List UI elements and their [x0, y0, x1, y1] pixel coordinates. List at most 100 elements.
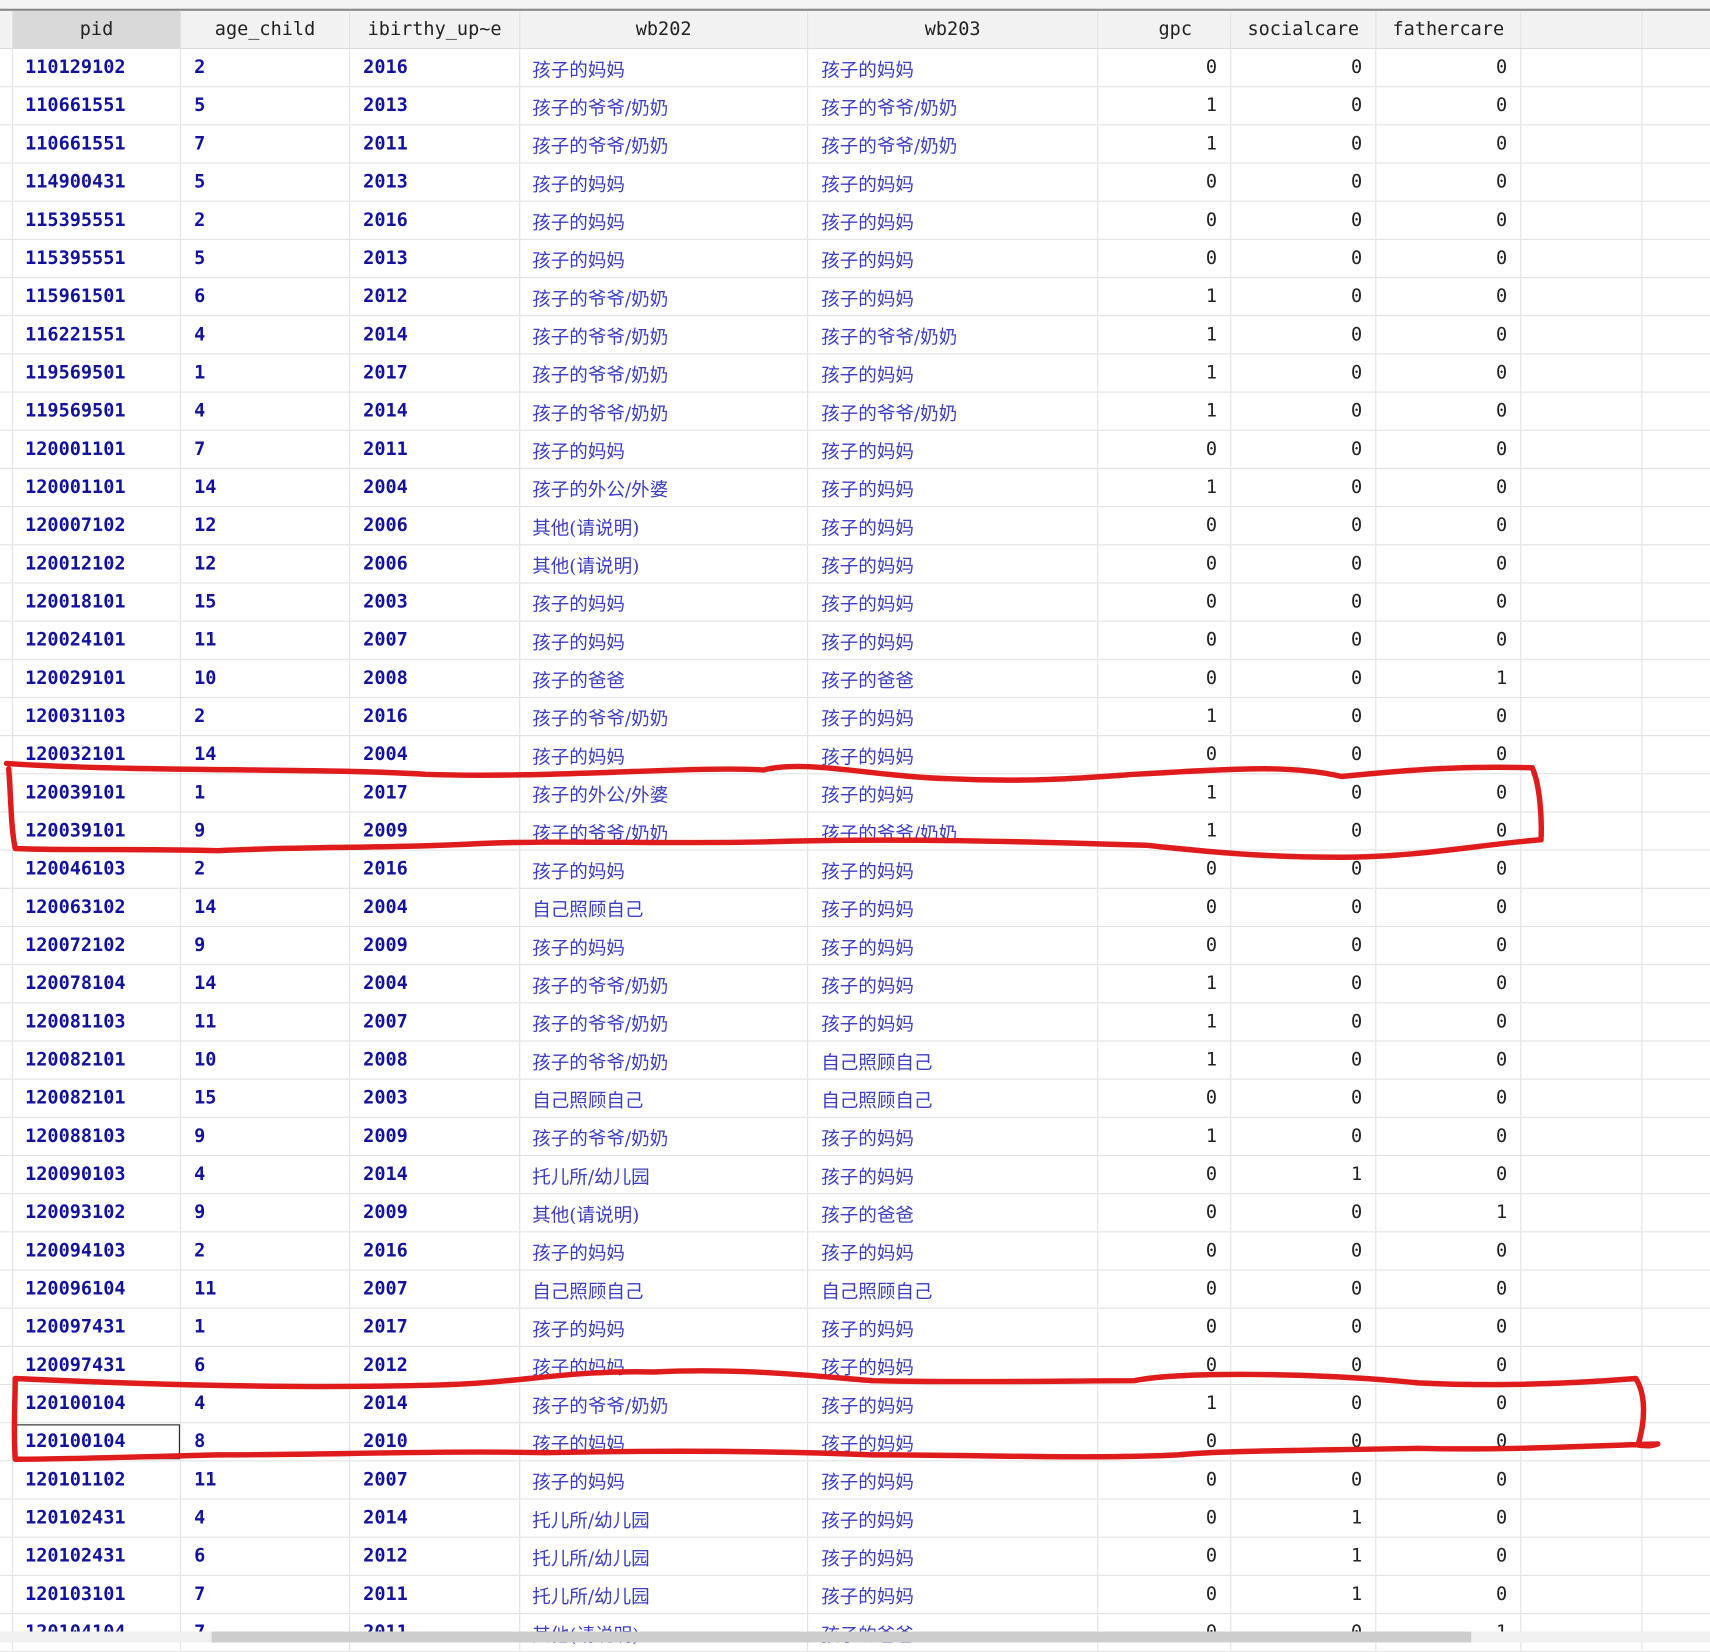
cell-pid[interactable]: 120097431 [13, 1346, 182, 1384]
cell-gpc[interactable]: 0 [1098, 1346, 1232, 1384]
row-gutter[interactable] [0, 1117, 14, 1155]
horizontal-scrollbar[interactable] [0, 1631, 1710, 1643]
cell-wb202[interactable]: 孩子的爷爷/奶奶 [520, 1117, 809, 1155]
cell-age-child[interactable]: 9 [181, 927, 351, 965]
row-gutter[interactable] [0, 621, 14, 659]
column-header-age-child[interactable]: age_child [181, 10, 351, 48]
row-gutter[interactable] [0, 697, 14, 736]
cell-age-child[interactable]: 2 [181, 697, 351, 736]
cell-age-child[interactable]: 7 [181, 430, 351, 468]
cell-socialcare[interactable]: 0 [1231, 201, 1377, 239]
cell-wb203[interactable]: 孩子的妈妈 [808, 1232, 1099, 1270]
cell-wb203[interactable]: 孩子的爷爷/奶奶 [808, 87, 1099, 125]
cell-socialcare[interactable]: 0 [1231, 1385, 1377, 1423]
cell-age-child[interactable]: 11 [181, 1461, 351, 1499]
cell-ibirthy[interactable]: 2006 [350, 545, 521, 583]
cell-wb202[interactable]: 孩子的爷爷/奶奶 [520, 812, 809, 850]
cell-socialcare[interactable]: 0 [1231, 1232, 1377, 1270]
cell-pid[interactable]: 120082101 [13, 1041, 182, 1079]
cell-age-child[interactable]: 2 [181, 49, 351, 87]
cell-wb203[interactable]: 孩子的妈妈 [808, 1575, 1099, 1613]
cell-wb203[interactable]: 孩子的妈妈 [808, 163, 1099, 201]
cell-gpc[interactable]: 0 [1098, 49, 1232, 87]
cell-ibirthy[interactable]: 2003 [350, 1079, 521, 1117]
cell-pid[interactable]: 120001101 [13, 430, 182, 468]
cell-ibirthy[interactable]: 2016 [350, 49, 521, 87]
cell-socialcare[interactable]: 0 [1231, 468, 1377, 507]
row-gutter[interactable] [0, 354, 14, 392]
row-gutter[interactable] [0, 278, 14, 316]
cell-socialcare[interactable]: 1 [1231, 1575, 1377, 1613]
cell-socialcare[interactable]: 0 [1231, 965, 1377, 1003]
cell-fathercare[interactable]: 0 [1376, 1156, 1522, 1194]
cell-age-child[interactable]: 12 [181, 507, 351, 545]
cell-pid[interactable]: 120100104 [13, 1423, 182, 1461]
row-gutter[interactable] [0, 583, 14, 621]
cell-gpc[interactable]: 0 [1098, 430, 1232, 468]
cell-ibirthy[interactable]: 2013 [350, 163, 521, 201]
cell-fathercare[interactable]: 0 [1376, 1041, 1522, 1079]
cell-wb203[interactable]: 孩子的妈妈 [808, 49, 1099, 87]
cell-fathercare[interactable]: 0 [1376, 87, 1522, 125]
column-header-gpc[interactable]: gpc [1098, 10, 1232, 48]
column-header-socialcare[interactable]: socialcare [1231, 10, 1377, 48]
row-gutter[interactable] [0, 1346, 14, 1384]
cell-socialcare[interactable]: 0 [1231, 392, 1377, 430]
cell-wb202[interactable]: 孩子的妈妈 [520, 239, 809, 278]
cell-age-child[interactable]: 14 [181, 468, 351, 507]
cell-age-child[interactable]: 4 [181, 392, 351, 430]
cell-age-child[interactable]: 7 [181, 1575, 351, 1613]
row-gutter[interactable] [0, 201, 14, 239]
cell-wb202[interactable]: 孩子的爷爷/奶奶 [520, 697, 809, 736]
cell-wb202[interactable]: 孩子的妈妈 [520, 1308, 809, 1346]
row-gutter[interactable] [0, 1079, 14, 1117]
cell-ibirthy[interactable]: 2004 [350, 888, 521, 926]
cell-fathercare[interactable]: 0 [1376, 316, 1522, 354]
cell-fathercare[interactable]: 0 [1376, 1575, 1522, 1613]
cell-age-child[interactable]: 5 [181, 87, 351, 125]
cell-pid[interactable]: 120032101 [13, 736, 182, 774]
cell-age-child[interactable]: 1 [181, 774, 351, 812]
cell-socialcare[interactable]: 0 [1231, 545, 1377, 583]
cell-gpc[interactable]: 0 [1098, 621, 1232, 659]
cell-fathercare[interactable]: 0 [1376, 1270, 1522, 1308]
cell-gpc[interactable]: 0 [1098, 850, 1232, 888]
cell-wb203[interactable]: 孩子的妈妈 [808, 507, 1099, 545]
cell-socialcare[interactable]: 0 [1231, 163, 1377, 201]
cell-fathercare[interactable]: 0 [1376, 774, 1522, 812]
row-gutter[interactable] [0, 1156, 14, 1194]
cell-wb203[interactable]: 孩子的妈妈 [808, 430, 1099, 468]
cell-ibirthy[interactable]: 2009 [350, 812, 521, 850]
cell-socialcare[interactable]: 0 [1231, 1461, 1377, 1499]
row-gutter[interactable] [0, 1537, 14, 1575]
cell-socialcare[interactable]: 0 [1231, 1003, 1377, 1041]
cell-age-child[interactable]: 4 [181, 1499, 351, 1537]
cell-wb202[interactable]: 托儿所/幼儿园 [520, 1575, 809, 1613]
row-gutter[interactable] [0, 1194, 14, 1232]
cell-wb202[interactable]: 孩子的妈妈 [520, 850, 809, 888]
cell-wb203[interactable]: 孩子的妈妈 [808, 1385, 1099, 1423]
cell-fathercare[interactable]: 0 [1376, 736, 1522, 774]
cell-age-child[interactable]: 10 [181, 659, 351, 697]
cell-gpc[interactable]: 0 [1098, 1499, 1232, 1537]
cell-socialcare[interactable]: 0 [1231, 697, 1377, 736]
cell-fathercare[interactable]: 0 [1376, 49, 1522, 87]
row-gutter[interactable] [0, 125, 14, 163]
cell-gpc[interactable]: 1 [1098, 392, 1232, 430]
cell-gpc[interactable]: 1 [1098, 812, 1232, 850]
cell-ibirthy[interactable]: 2016 [350, 1232, 521, 1270]
scrollbar-thumb[interactable] [211, 1631, 1472, 1643]
cell-wb203[interactable]: 孩子的妈妈 [808, 850, 1099, 888]
row-gutter[interactable] [0, 430, 14, 468]
cell-gpc[interactable]: 1 [1098, 1003, 1232, 1041]
cell-wb202[interactable]: 孩子的爷爷/奶奶 [520, 125, 809, 163]
cell-age-child[interactable]: 9 [181, 1117, 351, 1155]
cell-age-child[interactable]: 4 [181, 1385, 351, 1423]
cell-fathercare[interactable]: 0 [1376, 621, 1522, 659]
cell-pid[interactable]: 120102431 [13, 1499, 182, 1537]
cell-age-child[interactable]: 4 [181, 316, 351, 354]
cell-age-child[interactable]: 11 [181, 1003, 351, 1041]
row-gutter[interactable] [0, 965, 14, 1003]
cell-wb203[interactable]: 孩子的爸爸 [808, 659, 1099, 697]
cell-socialcare[interactable]: 0 [1231, 774, 1377, 812]
